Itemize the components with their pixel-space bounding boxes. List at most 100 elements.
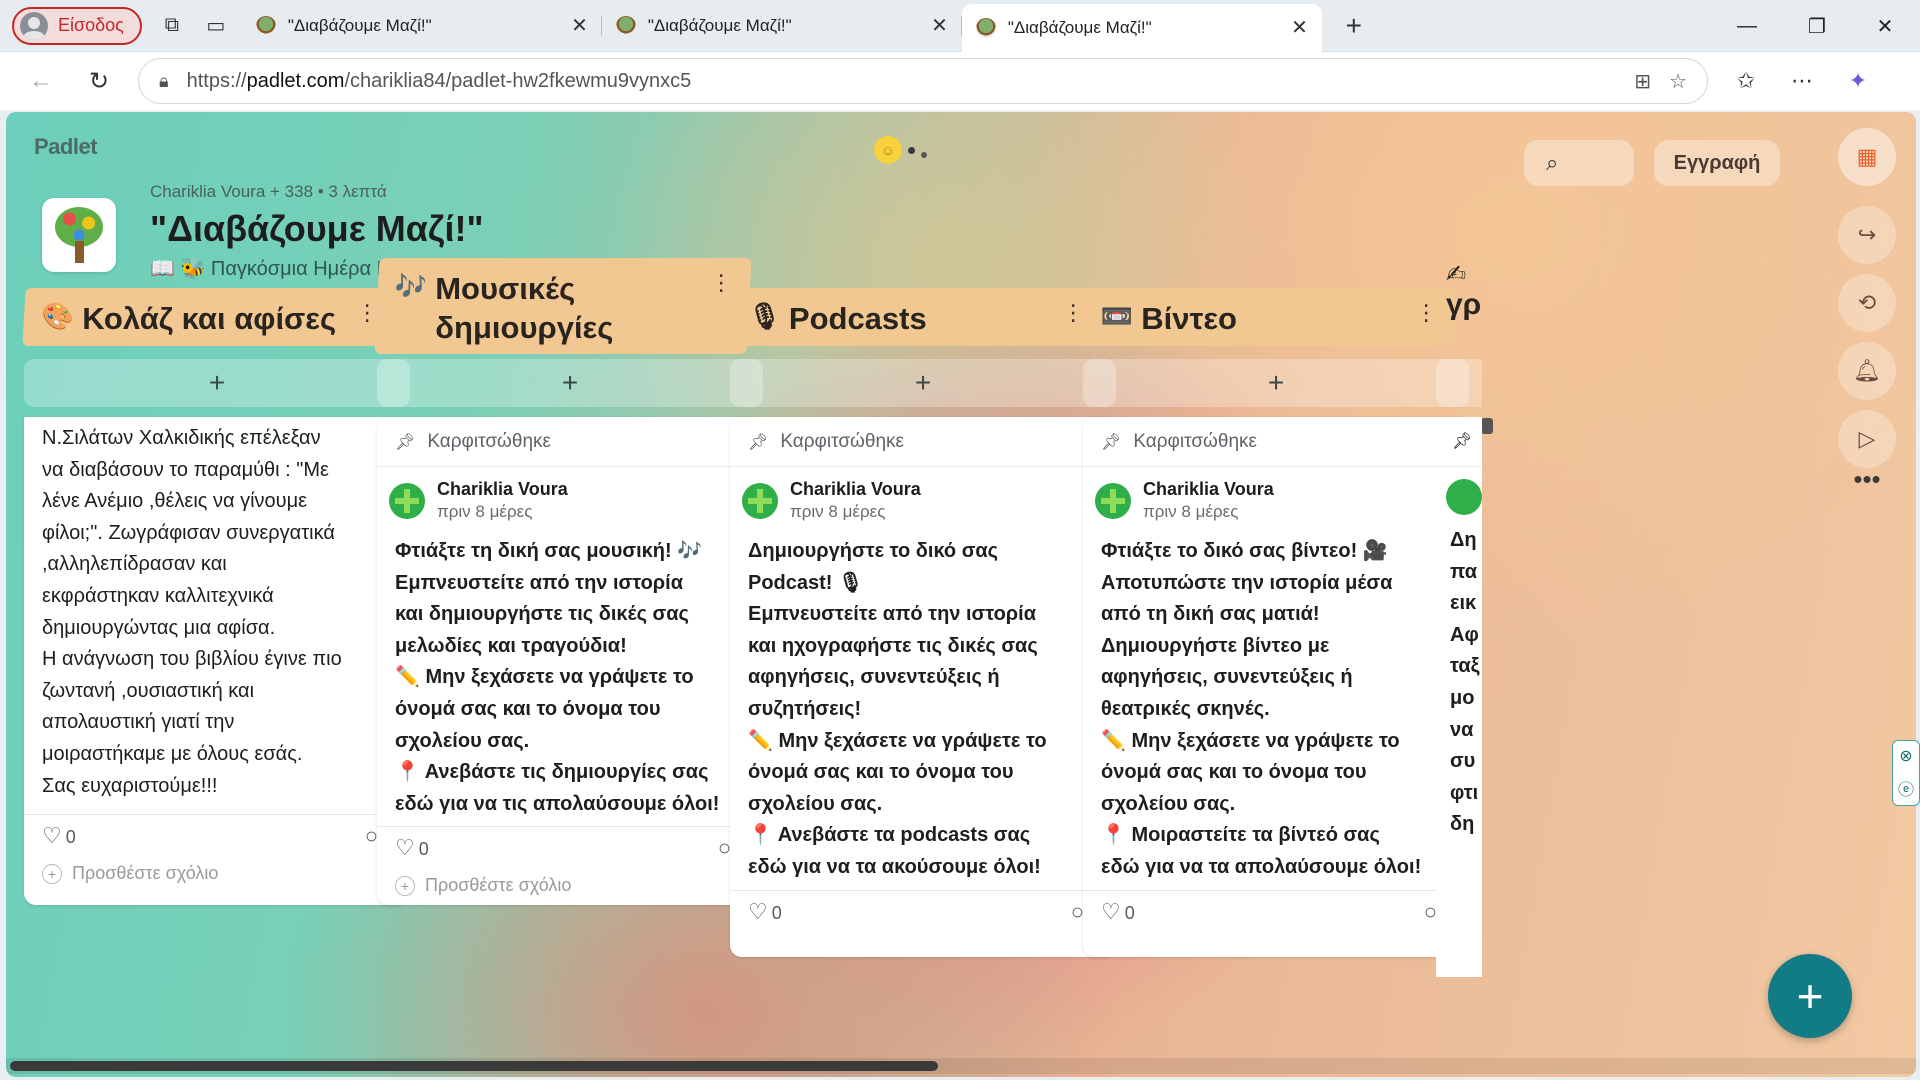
column-menu-icon[interactable]: ⋮	[1415, 300, 1437, 326]
palette-icon: 🎨	[41, 301, 75, 331]
copy-icon: ⟲	[1857, 290, 1877, 315]
notifications-button[interactable]: 🔔︎	[1838, 342, 1896, 400]
restore-icon[interactable]: ❐	[1782, 0, 1852, 52]
author-name: Chariklia Voura	[437, 479, 568, 499]
pencil-icon: ✍	[1446, 261, 1467, 288]
author-name: Chariklia Voura	[790, 479, 921, 499]
pin-icon: 📌︎	[395, 433, 416, 451]
column-title: Μουσικές δημιουργίες	[435, 271, 614, 345]
add-post-button[interactable]	[1436, 359, 1482, 407]
column-writing: ✍ γρ 📌︎ Δη πα εικ Αφ ταξ μο να συ φτι δη	[1436, 112, 1482, 1062]
like-button[interactable]: ♡ 0	[42, 823, 76, 849]
url-field[interactable]: 🔒︎ https://padlet.com/chariklia84/padlet…	[138, 58, 1708, 104]
add-comment[interactable]: + Προσθέστε σχόλιο	[24, 857, 410, 900]
column-header-partial[interactable]: ✍ γρ	[1446, 261, 1481, 321]
pinned-label: 📌︎ Καρφιτσώθηκε	[1083, 417, 1469, 467]
add-post-fab[interactable]: +	[1768, 954, 1852, 1038]
like-button[interactable]: ♡ 0	[395, 835, 429, 861]
column-header[interactable]: 📼 Βίντεο ⋮	[1081, 288, 1457, 346]
author-name: Chariklia Voura	[1143, 479, 1274, 499]
search-button[interactable]: ⌕	[1524, 140, 1634, 186]
profile-avatar-icon	[20, 11, 48, 40]
tree-icon	[51, 205, 107, 265]
post-card[interactable]: Ν.Σιλάτων Χαλκιδικής επέλεξαν να διαβάσο…	[24, 417, 410, 905]
column-header[interactable]: 🎙 Podcasts ⋮	[728, 288, 1104, 346]
post-card[interactable]: 📌︎ Καρφιτσώθηκε Chariklia Voura πριν 8 μέρ…	[1083, 417, 1469, 957]
comment-icon: ○	[1070, 898, 1084, 924]
lock-icon: 🔒︎	[159, 70, 169, 91]
horizontal-scrollbar[interactable]	[6, 1058, 1916, 1074]
post-author: Chariklia Vouraπριν 8 μέρες ⋮	[377, 467, 763, 526]
close-circle-icon[interactable]: ⊗	[1899, 746, 1912, 766]
refresh-icon[interactable]: ↻	[70, 52, 128, 110]
activity-indicator: ☺	[874, 136, 927, 164]
add-post-button[interactable]: +	[730, 359, 1116, 407]
plus-icon: +	[42, 863, 62, 884]
copilot-icon[interactable]: ✦	[1830, 53, 1886, 109]
post-time: πριν 8 μέρες	[1143, 502, 1239, 521]
post-card[interactable]: 📌︎ Δη πα εικ Αφ ταξ μο να συ φτι δη	[1436, 417, 1482, 977]
extension-badge[interactable]: ⊗ ⓔ	[1892, 740, 1920, 806]
close-tab-icon[interactable]: ✕	[571, 13, 588, 38]
favorite-star-icon[interactable]: ☆	[1669, 69, 1687, 94]
browser-tab-active[interactable]: "Διαβάζουμε Μαζί!" ✕	[961, 3, 1322, 52]
e-circle-icon[interactable]: ⓔ	[1898, 776, 1914, 800]
profile-button[interactable]: Είσοδος	[12, 6, 142, 45]
pinned-label: 📌︎ Καρφιτσώθηκε	[377, 417, 763, 467]
padlet-favicon-icon	[615, 15, 636, 36]
workspaces-icon[interactable]: ⧉	[150, 4, 194, 48]
column-menu-icon[interactable]: ⋮	[1062, 300, 1084, 326]
slideshow-button[interactable]: ▷	[1838, 410, 1896, 468]
search-icon: ⌕	[1546, 150, 1559, 175]
signup-button[interactable]: Εγγραφή	[1654, 140, 1780, 186]
add-post-button[interactable]: +	[377, 359, 763, 407]
plus-icon: +	[395, 875, 415, 896]
post-reactions: ♡0 ○0	[730, 889, 1116, 933]
remake-button[interactable]: ▦	[1838, 128, 1896, 186]
post-body-partial: Δη πα εικ Αφ ταξ μο να συ φτι δη	[1450, 529, 1480, 836]
post-time: πριν 8 μέρες	[437, 502, 533, 521]
board-thumbnail	[42, 198, 116, 272]
padlet-logo[interactable]: Padlet	[34, 134, 98, 160]
browser-tab[interactable]: "Διαβάζουμε Μαζί!" ✕	[242, 4, 602, 48]
add-comment[interactable]: + Προσθέστε σχόλιο	[377, 869, 763, 905]
pin-icon: 📌︎	[1436, 417, 1482, 467]
board-meta: Chariklia Voura + 338 • 3 λεπτά	[150, 182, 387, 201]
scrollbar-thumb[interactable]	[10, 1061, 938, 1071]
back-icon[interactable]: ←	[12, 52, 70, 110]
vertical-tabs-icon[interactable]: ▭	[194, 4, 238, 48]
like-button[interactable]: ♡ 0	[1101, 899, 1135, 925]
remake-board-button[interactable]: ⟲	[1838, 274, 1896, 332]
post-body: Ν.Σιλάτων Χαλκιδικής επέλεξαν να διαβάσο…	[42, 427, 342, 797]
column-scrollbar[interactable]	[1481, 418, 1493, 434]
browser-tab[interactable]: "Διαβάζουμε Μαζί!" ✕	[602, 4, 962, 48]
new-tab-icon[interactable]: +	[1332, 4, 1376, 48]
app-available-icon[interactable]: ⊞	[1634, 69, 1651, 94]
close-tab-icon[interactable]: ✕	[1291, 15, 1308, 40]
more-menu-icon[interactable]: ⋯	[1774, 53, 1830, 109]
share-button[interactable]: ↪	[1838, 206, 1896, 264]
like-button[interactable]: ♡ 0	[748, 899, 782, 925]
close-tab-icon[interactable]: ✕	[931, 13, 948, 38]
post-body: Φτιάξτε το δικό σας βίντεο! 🎥 Αποτυπώστε…	[1101, 540, 1422, 878]
comment-icon: ○	[364, 823, 378, 849]
plus-icon: +	[1796, 970, 1824, 1022]
favorites-icon[interactable]: ✩	[1718, 53, 1774, 109]
add-post-button[interactable]: +	[24, 359, 410, 407]
minimize-icon[interactable]: —	[1712, 0, 1782, 52]
column-header[interactable]: 🎶 Μουσικές δημιουργίες ⋮	[374, 258, 752, 354]
column-header[interactable]: 🎨 Κολάζ και αφίσες ⋮	[22, 288, 398, 346]
post-card[interactable]: 📌︎ Καρφιτσώθηκε Chariklia Voura πριν 8 μέρ…	[377, 417, 763, 905]
dot-icon	[921, 152, 927, 158]
pinned-label: 📌︎ Καρφιτσώθηκε	[730, 417, 1116, 467]
add-post-button[interactable]: +	[1083, 359, 1469, 407]
close-window-icon[interactable]: ✕	[1850, 0, 1920, 52]
more-options-icon[interactable]: •••	[1838, 464, 1896, 495]
tab-title: "Διαβάζουμε Μαζί!"	[647, 15, 792, 35]
author-avatar	[389, 483, 425, 519]
post-body: Φτιάξτε τη δική σας μουσική! 🎶 Εμπνευστε…	[395, 540, 720, 815]
videocassette-icon: 📼	[1100, 301, 1134, 331]
tab-title: "Διαβάζουμε Μαζί!"	[1007, 17, 1152, 37]
post-card[interactable]: 📌︎ Καρφιτσώθηκε Chariklia Voura πριν 8 μέρ…	[730, 417, 1116, 957]
column-menu-icon[interactable]: ⋮	[356, 300, 378, 326]
